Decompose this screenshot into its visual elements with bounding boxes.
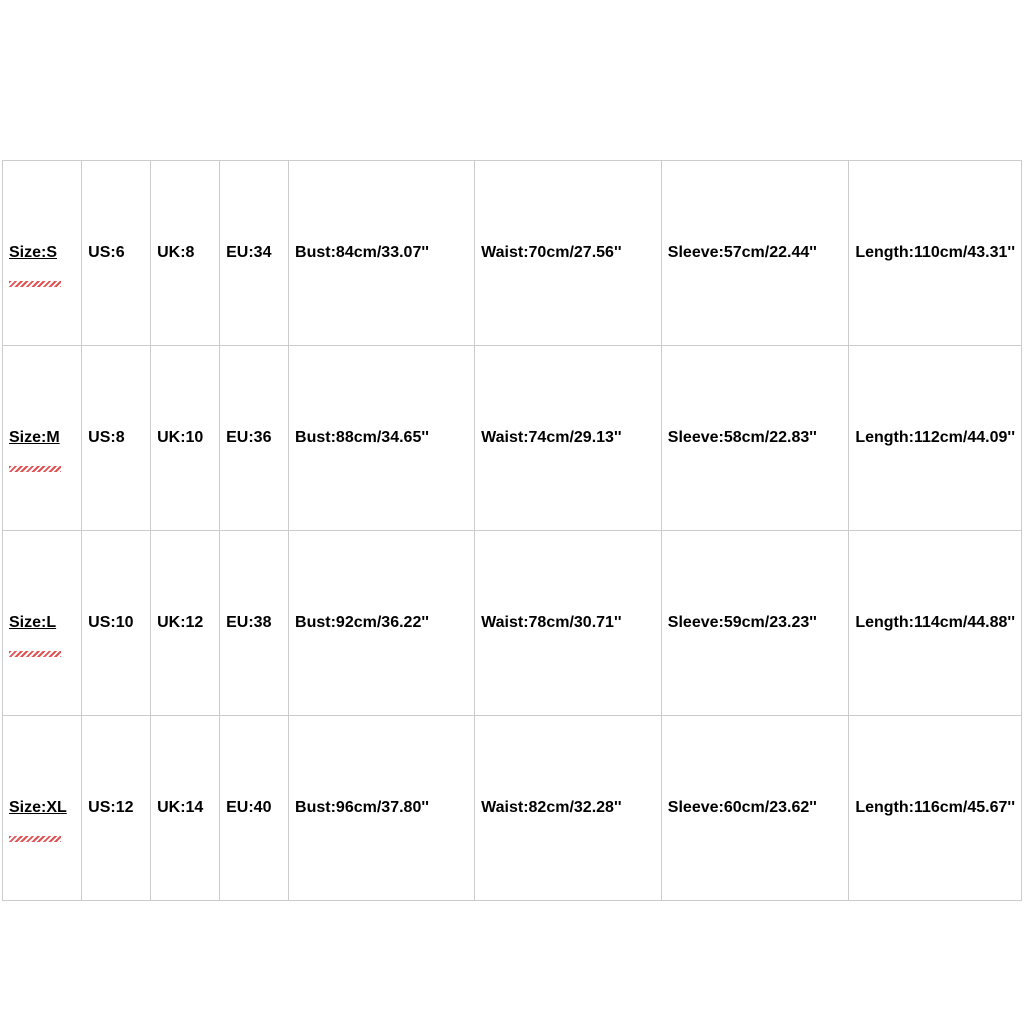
- sleeve-cell: Sleeve:57cm/22.44'': [661, 161, 849, 346]
- uk-cell: UK:14: [151, 716, 220, 901]
- uk-cell: UK:10: [151, 346, 220, 531]
- size-value: Size:XL: [9, 799, 67, 816]
- length-cell: Length:112cm/44.09'': [849, 346, 1022, 531]
- bust-cell: Bust:96cm/37.80'': [289, 716, 475, 901]
- table-row: Size:M US:8 UK:10 EU:36 Bust:88cm/34.65'…: [3, 346, 1022, 531]
- bust-cell: Bust:88cm/34.65'': [289, 346, 475, 531]
- spellcheck-underline-icon: [9, 281, 61, 287]
- eu-cell: EU:38: [220, 531, 289, 716]
- size-cell: Size:L: [3, 531, 82, 716]
- uk-cell: UK:8: [151, 161, 220, 346]
- length-cell: Length:116cm/45.67'': [849, 716, 1022, 901]
- size-value: Size:M: [9, 429, 60, 446]
- size-chart-table: Size:S US:6 UK:8 EU:34 Bust:84cm/33.07''…: [2, 160, 1022, 901]
- size-value: Size:L: [9, 614, 56, 631]
- size-cell: Size:M: [3, 346, 82, 531]
- uk-cell: UK:12: [151, 531, 220, 716]
- length-cell: Length:114cm/44.88'': [849, 531, 1022, 716]
- size-cell: Size:XL: [3, 716, 82, 901]
- size-cell: Size:S: [3, 161, 82, 346]
- length-cell: Length:110cm/43.31'': [849, 161, 1022, 346]
- size-value: Size:S: [9, 244, 57, 261]
- us-cell: US:12: [82, 716, 151, 901]
- spellcheck-underline-icon: [9, 466, 61, 472]
- size-chart-wrapper: Size:S US:6 UK:8 EU:34 Bust:84cm/33.07''…: [0, 0, 1024, 901]
- eu-cell: EU:36: [220, 346, 289, 531]
- eu-cell: EU:40: [220, 716, 289, 901]
- eu-cell: EU:34: [220, 161, 289, 346]
- waist-cell: Waist:82cm/32.28'': [475, 716, 662, 901]
- sleeve-cell: Sleeve:58cm/22.83'': [661, 346, 849, 531]
- us-cell: US:10: [82, 531, 151, 716]
- table-row: Size:S US:6 UK:8 EU:34 Bust:84cm/33.07''…: [3, 161, 1022, 346]
- bust-cell: Bust:92cm/36.22'': [289, 531, 475, 716]
- table-row: Size:XL US:12 UK:14 EU:40 Bust:96cm/37.8…: [3, 716, 1022, 901]
- bust-cell: Bust:84cm/33.07'': [289, 161, 475, 346]
- waist-cell: Waist:70cm/27.56'': [475, 161, 662, 346]
- sleeve-cell: Sleeve:59cm/23.23'': [661, 531, 849, 716]
- spellcheck-underline-icon: [9, 651, 61, 657]
- waist-cell: Waist:74cm/29.13'': [475, 346, 662, 531]
- table-row: Size:L US:10 UK:12 EU:38 Bust:92cm/36.22…: [3, 531, 1022, 716]
- spellcheck-underline-icon: [9, 836, 61, 842]
- us-cell: US:6: [82, 161, 151, 346]
- sleeve-cell: Sleeve:60cm/23.62'': [661, 716, 849, 901]
- waist-cell: Waist:78cm/30.71'': [475, 531, 662, 716]
- us-cell: US:8: [82, 346, 151, 531]
